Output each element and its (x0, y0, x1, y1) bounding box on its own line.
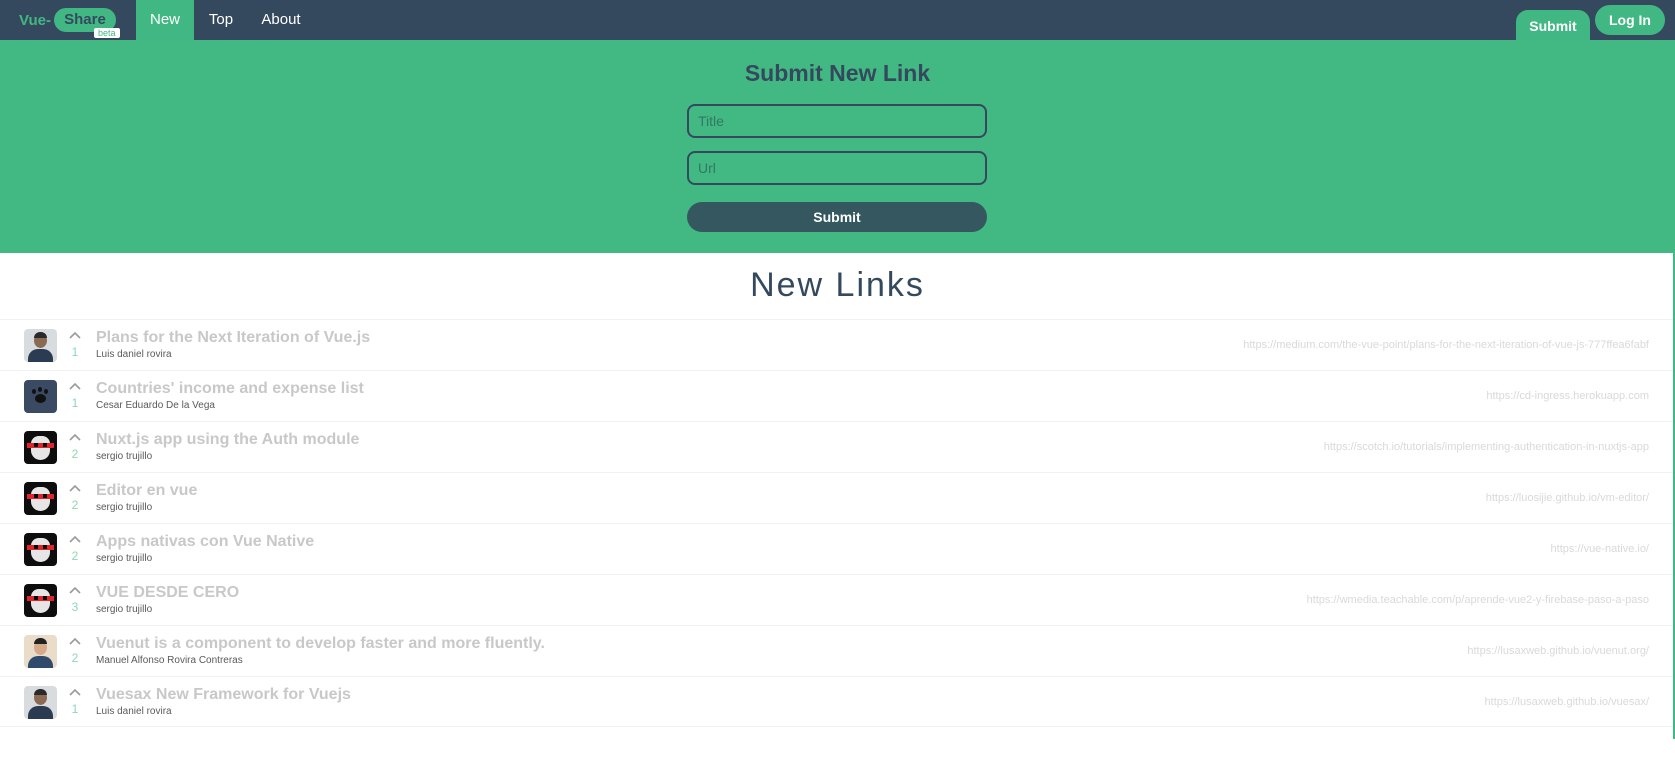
link-row[interactable]: 1 Vuesax New Framework for Vuejs Luis dani… (0, 676, 1673, 727)
link-url[interactable]: https://cd-ingress.herokuapp.com (1486, 390, 1649, 402)
link-row[interactable]: 3 VUE DESDE CERO sergio trujillo https://wm… (0, 574, 1673, 625)
link-row[interactable]: 1 Plans for the Next Iteration of Vue.js L… (0, 319, 1673, 370)
link-title[interactable]: VUE DESDE CERO (96, 584, 239, 602)
link-url[interactable]: https://lusaxweb.github.io/vuenut.org/ (1467, 645, 1649, 657)
url-placeholder: Url (698, 160, 716, 176)
link-author: Cesar Eduardo De la Vega (96, 400, 215, 411)
link-title[interactable]: Vuesax New Framework for Vuejs (96, 686, 351, 704)
link-author: sergio trujillo (96, 451, 153, 462)
mask-avatar-icon[interactable] (24, 584, 57, 617)
paw-avatar-icon[interactable] (24, 380, 57, 413)
upvote-chevron-icon[interactable] (69, 687, 81, 697)
link-row[interactable]: 2 Nuxt.js app using the Auth module sergio… (0, 421, 1673, 472)
vote-count: 1 (71, 396, 79, 410)
login-button[interactable]: Log In (1595, 5, 1665, 35)
top-navbar: Vue- Share beta New Top About Submit Log… (0, 0, 1675, 40)
link-author: sergio trujillo (96, 553, 153, 564)
link-title[interactable]: Plans for the Next Iteration of Vue.js (96, 329, 370, 347)
man-avatar-icon[interactable] (24, 686, 57, 719)
title-placeholder: Title (698, 113, 724, 129)
man-avatar-light-icon[interactable] (24, 635, 57, 668)
vote-count: 2 (71, 651, 79, 665)
upvote-chevron-icon[interactable] (69, 534, 81, 544)
link-url[interactable]: https://luosijie.github.io/vm-editor/ (1486, 492, 1649, 504)
submit-form-heading: Submit New Link (744, 60, 931, 86)
link-title[interactable]: Apps nativas con Vue Native (96, 533, 314, 551)
man-avatar-icon[interactable] (24, 329, 57, 362)
upvote-chevron-icon[interactable] (69, 483, 81, 493)
upvote-chevron-icon[interactable] (69, 381, 81, 391)
link-author: Manuel Alfonso Rovira Contreras (96, 655, 243, 666)
link-title[interactable]: Editor en vue (96, 482, 197, 500)
link-title[interactable]: Nuxt.js app using the Auth module (96, 431, 359, 449)
link-row[interactable]: 2 Apps nativas con Vue Native sergio truji… (0, 523, 1673, 574)
vote-count: 2 (71, 549, 79, 563)
link-author: Luis daniel rovira (96, 349, 172, 360)
vote-count: 3 (71, 600, 79, 614)
link-author: sergio trujillo (96, 604, 153, 615)
upvote-chevron-icon[interactable] (69, 636, 81, 646)
vote-count: 2 (71, 447, 79, 461)
link-row[interactable]: 2 Editor en vue sergio trujillo https://luo… (0, 472, 1673, 523)
nav-submit-button[interactable]: Submit (1516, 10, 1590, 40)
vote-count: 1 (71, 345, 79, 359)
url-input[interactable]: Url (687, 151, 987, 185)
form-submit-button[interactable]: Submit (687, 202, 987, 232)
vote-count: 2 (71, 498, 79, 512)
link-url[interactable]: https://scotch.io/tutorials/implementing… (1324, 441, 1649, 453)
brand-prefix: Vue- (19, 12, 51, 29)
nav-top-tab[interactable]: Top (196, 0, 246, 40)
title-input[interactable]: Title (687, 104, 987, 138)
mask-avatar-icon[interactable] (24, 533, 57, 566)
links-heading: New Links (750, 266, 925, 304)
link-title[interactable]: Vuenut is a component to develop faster … (96, 635, 545, 653)
beta-badge: beta (94, 28, 120, 38)
link-url[interactable]: https://lusaxweb.github.io/vuesax/ (1485, 696, 1649, 708)
vote-count: 1 (71, 702, 79, 716)
link-row[interactable]: 2 Vuenut is a component to develop faster… (0, 625, 1673, 676)
mask-avatar-icon[interactable] (24, 482, 57, 515)
upvote-chevron-icon[interactable] (69, 585, 81, 595)
submit-link-panel: Submit New Link Title Url Submit (0, 40, 1675, 253)
upvote-chevron-icon[interactable] (69, 330, 81, 340)
links-list: 1 Plans for the Next Iteration of Vue.js L… (0, 319, 1673, 727)
link-url[interactable]: https://medium.com/the-vue-point/plans-f… (1243, 339, 1649, 351)
link-title[interactable]: Countries' income and expense list (96, 380, 364, 398)
link-url[interactable]: https://wmedia.teachable.com/p/aprende-v… (1307, 594, 1649, 606)
upvote-chevron-icon[interactable] (69, 432, 81, 442)
link-author: sergio trujillo (96, 502, 153, 513)
nav-new-tab[interactable]: New (136, 0, 194, 40)
nav-about-tab[interactable]: About (250, 0, 312, 40)
link-row[interactable]: 1 Countries' income and expense list Cesar… (0, 370, 1673, 421)
mask-avatar-icon[interactable] (24, 431, 57, 464)
link-author: Luis daniel rovira (96, 706, 172, 717)
link-url[interactable]: https://vue-native.io/ (1551, 543, 1649, 555)
